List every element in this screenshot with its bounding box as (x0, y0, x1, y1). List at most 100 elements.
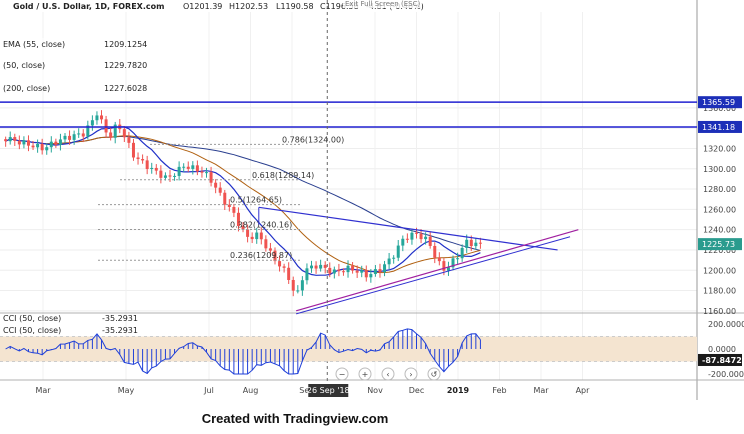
candle-body (410, 232, 414, 240)
candle-body (337, 269, 341, 272)
candle-body (351, 265, 355, 271)
candle-body (396, 245, 400, 258)
candle-body (173, 175, 177, 177)
time-tick-label: Feb (492, 386, 506, 395)
fullscreen-hint[interactable]: Exit Full Screen (ESC) (343, 0, 423, 8)
candle-body (95, 115, 99, 121)
candle-body (424, 236, 428, 240)
candle-body (465, 239, 469, 248)
candle-body (474, 242, 478, 247)
cci-tag-label: -87.8472 (702, 356, 742, 365)
candle-body (77, 133, 81, 135)
candle-body (26, 140, 30, 146)
time-tick-label: Jul (203, 386, 214, 395)
candle-body (428, 236, 432, 246)
candle-body (478, 242, 482, 244)
candle-body (296, 290, 300, 292)
legend-ma3-label: (200, close) (3, 84, 50, 93)
price-chart[interactable]: 0.786(1324.00) 0.618(1289.14) 0.5(1264.65)… (0, 0, 744, 434)
candle-body (109, 132, 113, 138)
candle-body (49, 141, 53, 148)
candle-body (186, 166, 190, 169)
nav-button-icon: − (339, 370, 346, 379)
candle-body (36, 143, 40, 148)
candle-body (405, 238, 409, 240)
candle-body (182, 166, 186, 168)
candle-body (131, 142, 135, 158)
time-tick-label: May (118, 386, 135, 395)
price-tick-label: 1240.00 (703, 226, 736, 235)
candle-body (364, 270, 368, 278)
candle-body (278, 261, 282, 267)
candle-body (282, 266, 286, 268)
price-tag-label: 1225.73 (702, 240, 735, 249)
credit-text: Created with Tradingview.com (201, 411, 389, 426)
ohlc-low: L1190.58 (276, 2, 314, 11)
nav-button-icon: ‹ (386, 370, 389, 379)
candle-body (218, 187, 222, 193)
candle-body (214, 182, 218, 188)
candle-body (300, 280, 304, 291)
cci-tick-label: 0.0000 (708, 345, 736, 354)
price-tag-label: 1365.59 (702, 98, 735, 107)
candle-body (45, 147, 49, 151)
time-tick-label: Aug (243, 386, 259, 395)
nav-button-icon: ↺ (431, 370, 438, 379)
candle-body (415, 232, 418, 234)
cci-tick-label: -200.0000 (708, 370, 744, 379)
candle-body (456, 258, 460, 260)
legend-ma2-label: (50, close) (3, 61, 45, 70)
candle-body (31, 145, 35, 148)
candle-body (341, 271, 345, 273)
candle-body (355, 270, 359, 273)
candle-body (163, 175, 167, 178)
time-tick-label: Mar (35, 386, 51, 395)
ohlc-high: H1202.53 (229, 2, 268, 11)
candle-body (177, 166, 181, 176)
fib-level-label: 0.618(1289.14) (252, 171, 314, 180)
candle-body (127, 137, 131, 143)
fib-level-label: 0.382(1240.16) (230, 220, 292, 229)
candle-body (191, 165, 195, 169)
candle-body (319, 264, 323, 269)
candle-body (460, 247, 464, 259)
legend-ma3-value: 1227.6028 (104, 84, 147, 93)
candle-body (17, 140, 21, 145)
candle-body (232, 206, 236, 213)
candle-body (383, 264, 387, 273)
candle-body (250, 236, 254, 240)
candle-body (387, 258, 391, 265)
candle-body (346, 265, 350, 273)
candle-body (90, 120, 94, 126)
cci-legend-1-value: -35.2931 (102, 314, 138, 323)
candle-body (40, 143, 44, 151)
price-tick-label: 1160.00 (703, 307, 736, 316)
candle-body (437, 257, 441, 262)
time-tick-label: 2019 (447, 386, 470, 395)
candle-body (63, 135, 67, 140)
nav-button-icon: › (409, 370, 412, 379)
candle-body (68, 135, 72, 140)
candle-body (145, 160, 149, 169)
candle-body (122, 129, 126, 138)
cci-tick-label: 200.0000 (708, 320, 744, 329)
cci-legend-1: CCI (50, close) (3, 314, 61, 323)
candle-body (255, 232, 259, 240)
candle-body (469, 239, 473, 247)
candle-body (141, 159, 145, 161)
candle-body (100, 115, 104, 120)
candle-body (154, 167, 158, 171)
candle-body (314, 265, 318, 269)
candle-body (419, 233, 423, 240)
legend-ma2-value: 1229.7820 (104, 61, 147, 70)
candle-body (378, 269, 382, 273)
candle-body (4, 139, 8, 142)
nav-button-icon: + (362, 370, 369, 379)
candle-body (401, 238, 405, 246)
candle-body (305, 268, 309, 281)
candle-body (246, 229, 250, 237)
candle-body (54, 141, 58, 145)
candle-body (332, 269, 336, 274)
chart-root: 0.786(1324.00) 0.618(1289.14) 0.5(1264.65)… (0, 0, 744, 434)
candle-body (8, 137, 12, 142)
